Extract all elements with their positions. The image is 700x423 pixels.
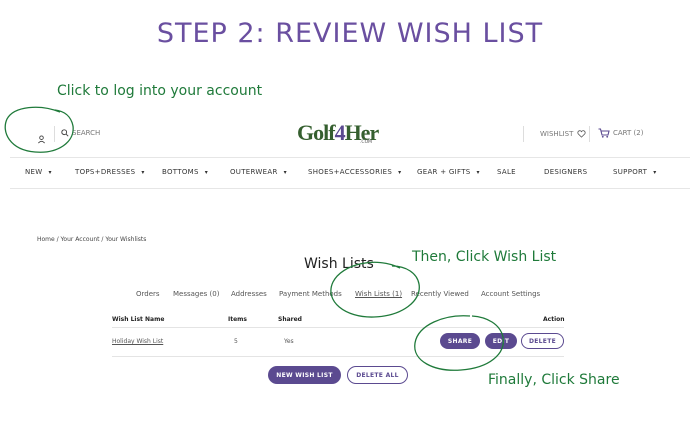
breadcrumb[interactable]: Home / Your Account / Your Wishlists <box>37 236 146 243</box>
main-nav: NEW ▾ TOPS+DRESSES ▾ BOTTOMS ▾ OUTERWEAR ▾ S… <box>10 157 690 189</box>
nav-item-new[interactable]: NEW ▾ <box>25 168 52 176</box>
wishlist-label: WISHLIST <box>540 130 574 138</box>
header-divider-right <box>523 126 524 142</box>
logo-sub: .COM <box>360 140 372 145</box>
step-title: STEP 2: REVIEW WISH LIST <box>156 18 544 49</box>
tab-payment-methods[interactable]: Payment Methods <box>279 290 342 298</box>
nav-label: GEAR + GIFTS <box>417 168 471 176</box>
tab-recently-viewed[interactable]: Recently Viewed <box>411 290 469 298</box>
delete-button[interactable]: DELETE <box>521 333 564 349</box>
chevron-down-icon: ▾ <box>283 169 287 176</box>
nav-item-shoes-accessories[interactable]: SHOES+ACCESSORIES ▾ <box>308 168 401 176</box>
nav-label: TOPS+DRESSES <box>75 168 136 176</box>
logo-left: Golf <box>297 120 336 145</box>
nav-item-support[interactable]: SUPPORT ▾ <box>613 168 657 176</box>
search-input[interactable]: SEARCH <box>61 129 100 137</box>
nav-label: NEW <box>25 168 43 176</box>
tab-messages[interactable]: Messages (0) <box>173 290 219 298</box>
tab-wish-lists[interactable]: Wish Lists (1) <box>355 290 402 298</box>
annotation-overlay <box>4 106 504 371</box>
tab-orders[interactable]: Orders <box>136 290 160 298</box>
table-divider <box>112 327 564 328</box>
col-header-action: Action <box>543 316 565 323</box>
heart-icon <box>577 130 586 138</box>
note-share: Finally, Click Share <box>488 372 620 388</box>
search-icon <box>61 129 69 137</box>
nav-label: SUPPORT <box>613 168 648 176</box>
search-placeholder: SEARCH <box>72 129 101 137</box>
header-divider-cart <box>589 126 590 142</box>
nav-item-tops-dresses[interactable]: TOPS+DRESSES ▾ <box>75 168 145 176</box>
logo-mid: 4 <box>334 120 346 145</box>
note-login: Click to log into your account <box>57 83 263 99</box>
nav-item-outerwear[interactable]: OUTERWEAR ▾ <box>230 168 287 176</box>
page-title: Wish Lists <box>304 256 374 272</box>
cart-label: CART (2) <box>613 129 644 137</box>
user-icon <box>38 135 45 144</box>
nav-label: BOTTOMS <box>162 168 199 176</box>
chevron-down-icon: ▾ <box>204 169 209 176</box>
nav-item-designers[interactable]: DESIGNERS <box>544 168 587 176</box>
chevron-down-icon: ▾ <box>48 169 52 176</box>
chevron-down-icon: ▾ <box>653 169 657 176</box>
wishlist-name-link[interactable]: Holiday Wish List <box>112 338 163 345</box>
chevron-down-icon: ▾ <box>398 169 402 176</box>
delete-all-button[interactable]: DELETE ALL <box>347 366 408 384</box>
share-button[interactable]: SHARE <box>440 333 480 349</box>
edit-button[interactable]: EDIT <box>485 333 517 349</box>
note-wishlist: Then, Click Wish List <box>412 249 557 265</box>
wishlist-items-count: 5 <box>234 338 238 345</box>
account-button[interactable] <box>37 129 46 148</box>
chevron-down-icon: ▾ <box>141 169 145 176</box>
nav-label: SALE <box>497 168 516 176</box>
cart-link[interactable]: CART (2) <box>598 128 643 138</box>
wishlist-link[interactable]: WISHLIST <box>540 130 586 138</box>
tab-account-settings[interactable]: Account Settings <box>481 290 540 298</box>
col-header-name: Wish List Name <box>112 316 165 323</box>
col-header-shared: Shared <box>278 316 302 323</box>
nav-label: OUTERWEAR <box>230 168 278 176</box>
nav-label: DESIGNERS <box>544 168 588 176</box>
wishlist-shared-value: Yes <box>284 338 294 345</box>
nav-item-bottoms[interactable]: BOTTOMS ▾ <box>162 168 208 176</box>
cart-icon <box>598 128 610 138</box>
col-header-items: Items <box>228 316 247 323</box>
header-divider <box>54 126 55 142</box>
chevron-down-icon: ▾ <box>476 169 480 176</box>
tab-addresses[interactable]: Addresses <box>231 290 267 298</box>
table-divider <box>112 356 564 357</box>
nav-label: SHOES+ACCESSORIES <box>308 168 393 176</box>
nav-item-sale[interactable]: SALE <box>497 168 516 176</box>
new-wish-list-button[interactable]: NEW WISH LIST <box>268 366 341 384</box>
nav-item-gear-gifts[interactable]: GEAR + GIFTS ▾ <box>417 168 480 176</box>
